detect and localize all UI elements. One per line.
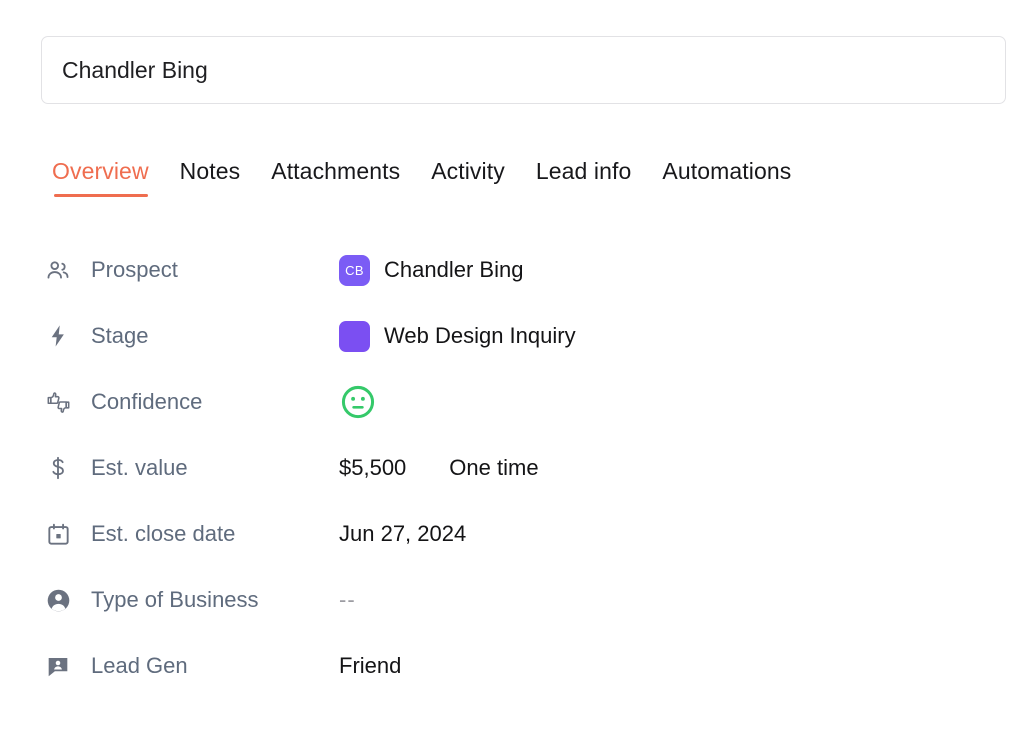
deal-title-field-wrapper xyxy=(41,36,1006,104)
field-row-lead-gen[interactable]: Lead Gen Friend xyxy=(44,644,984,688)
field-value-confidence[interactable] xyxy=(339,383,377,421)
deal-title-input[interactable] xyxy=(41,36,1006,104)
tab-notes[interactable]: Notes xyxy=(180,158,241,197)
tab-bar: Overview Notes Attachments Activity Lead… xyxy=(52,158,791,197)
field-row-prospect[interactable]: Prospect CB Chandler Bing xyxy=(44,248,984,292)
tab-overview[interactable]: Overview xyxy=(52,158,149,197)
tab-attachments[interactable]: Attachments xyxy=(271,158,400,197)
field-row-confidence[interactable]: Confidence xyxy=(44,380,984,424)
lightning-bolt-icon xyxy=(44,322,72,350)
field-label-confidence: Confidence xyxy=(91,389,339,415)
field-value-prospect[interactable]: CB Chandler Bing xyxy=(339,255,523,286)
tab-lead-info[interactable]: Lead info xyxy=(536,158,632,197)
deal-detail-panel: Overview Notes Attachments Activity Lead… xyxy=(0,0,1024,745)
field-row-est-value[interactable]: Est. value $5,500 One time xyxy=(44,446,984,490)
thumbs-up-down-icon xyxy=(44,388,72,416)
prospect-name: Chandler Bing xyxy=(384,257,523,283)
field-value-est-value[interactable]: $5,500 One time xyxy=(339,455,539,481)
field-value-type-of-business[interactable]: -- xyxy=(339,587,356,613)
field-label-stage: Stage xyxy=(91,323,339,349)
field-value-lead-gen[interactable]: Friend xyxy=(339,653,401,679)
chat-person-icon xyxy=(44,652,72,680)
field-list: Prospect CB Chandler Bing Stage Web Desi… xyxy=(44,248,984,688)
est-value-amount: $5,500 xyxy=(339,455,406,481)
tab-activity[interactable]: Activity xyxy=(431,158,505,197)
field-value-stage[interactable]: Web Design Inquiry xyxy=(339,321,576,352)
stage-name: Web Design Inquiry xyxy=(384,323,576,349)
lead-gen-text: Friend xyxy=(339,653,401,679)
people-icon xyxy=(44,256,72,284)
tab-automations[interactable]: Automations xyxy=(662,158,791,197)
neutral-face-icon xyxy=(339,383,377,421)
field-row-type-of-business[interactable]: Type of Business -- xyxy=(44,578,984,622)
avatar: CB xyxy=(339,255,370,286)
type-of-business-text: -- xyxy=(339,587,356,613)
est-value-frequency[interactable]: One time xyxy=(449,455,538,481)
field-label-est-close-date: Est. close date xyxy=(91,521,339,547)
est-close-date-text: Jun 27, 2024 xyxy=(339,521,466,547)
calendar-icon xyxy=(44,520,72,548)
field-label-est-value: Est. value xyxy=(91,455,339,481)
field-value-est-close-date[interactable]: Jun 27, 2024 xyxy=(339,521,466,547)
field-label-lead-gen: Lead Gen xyxy=(91,653,339,679)
field-label-prospect: Prospect xyxy=(91,257,339,283)
field-row-est-close-date[interactable]: Est. close date Jun 27, 2024 xyxy=(44,512,984,556)
person-circle-icon xyxy=(44,586,72,614)
dollar-sign-icon xyxy=(44,454,72,482)
stage-color-swatch xyxy=(339,321,370,352)
field-row-stage[interactable]: Stage Web Design Inquiry xyxy=(44,314,984,358)
field-label-type-of-business: Type of Business xyxy=(91,587,339,613)
